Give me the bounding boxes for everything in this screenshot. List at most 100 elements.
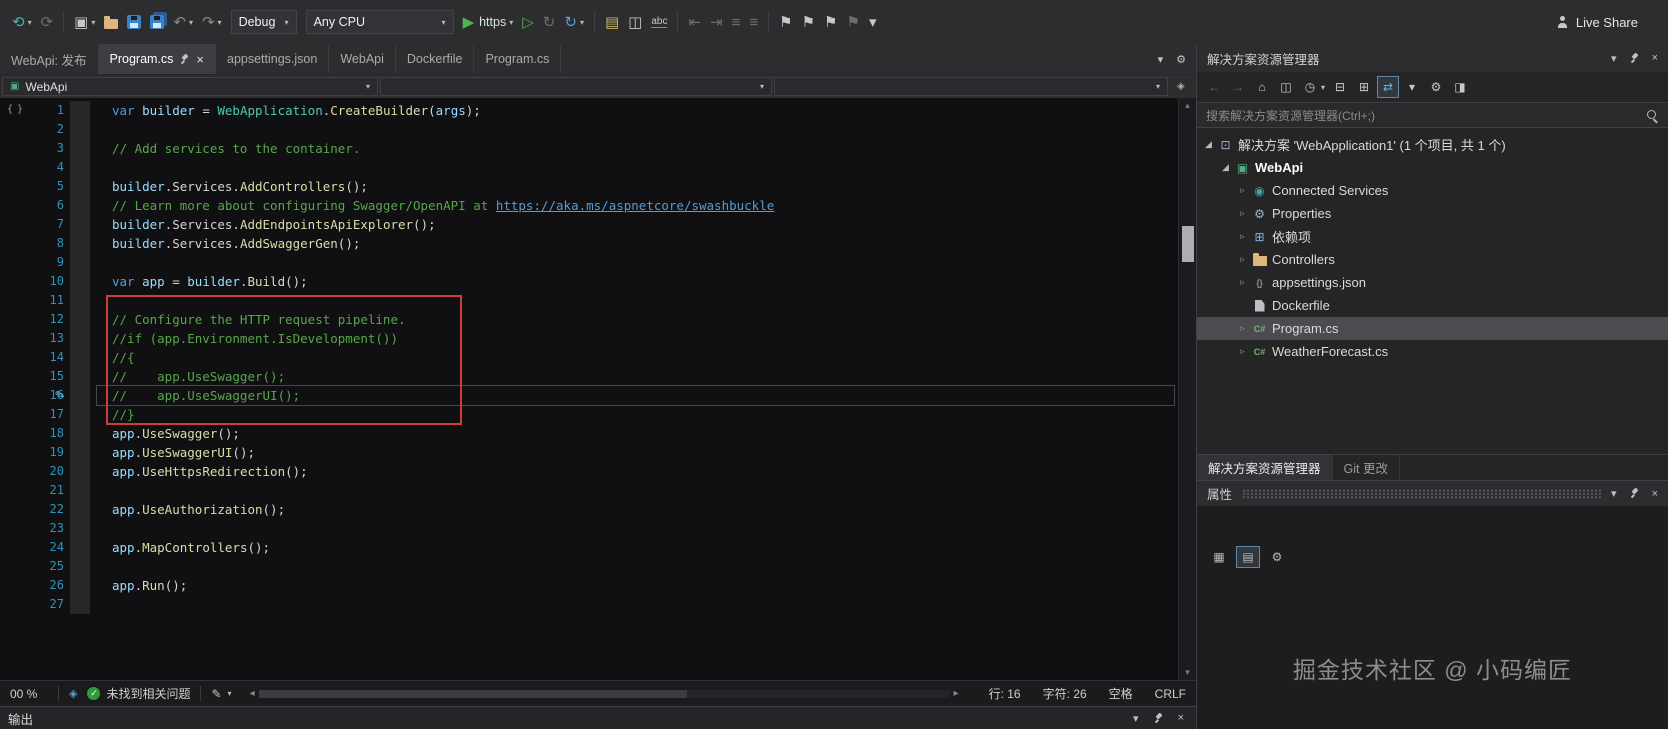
line-number[interactable]: 24 (0, 538, 70, 557)
collapsed-arrow-icon[interactable]: ▹ (1235, 208, 1250, 219)
code-line-18[interactable]: 18 app.UseSwagger(); (0, 424, 1178, 443)
code-line-17[interactable]: 17 //} (0, 405, 1178, 424)
line-number[interactable]: 15 (0, 367, 70, 386)
column-indicator[interactable]: 字符: 26 (1043, 685, 1087, 702)
line-number[interactable]: 13 (0, 329, 70, 348)
project-dropdown[interactable]: ▣ WebApi ▾ (2, 77, 378, 96)
new-project-button[interactable]: ▣ ▾ (70, 8, 99, 36)
code-line-25[interactable]: 25 (0, 557, 1178, 576)
eol-indicator[interactable]: CRLF (1155, 687, 1186, 701)
scroll-left-icon[interactable]: ◂ (246, 688, 259, 699)
line-number[interactable]: 4 (0, 158, 70, 177)
line-number[interactable]: 26 (0, 576, 70, 595)
tree-item-solution[interactable]: ◢ ⊡ 解决方案 'WebApplication1' (1 个项目, 共 1 个) (1197, 133, 1668, 156)
tab-program-cs-2[interactable]: Program.cs (474, 44, 562, 74)
tab-options-gear-icon[interactable]: ⚙ (1176, 53, 1186, 66)
live-share-button[interactable]: Live Share (1557, 15, 1660, 30)
pen-mode-button[interactable]: ✎ ▾ (211, 687, 231, 701)
line-number[interactable]: 14 (0, 348, 70, 367)
close-icon[interactable]: × (196, 52, 204, 67)
tab-list-chevron-icon[interactable]: ▾ (1158, 53, 1164, 66)
code-line-21[interactable]: 21 (0, 481, 1178, 500)
close-icon[interactable]: × (1178, 712, 1184, 724)
line-number[interactable]: 21 (0, 481, 70, 500)
line-number[interactable]: 12 (0, 310, 70, 329)
type-dropdown[interactable]: ▾ (380, 77, 772, 96)
debug-configuration-select[interactable]: Debug ▾ (230, 10, 297, 34)
code-line-14[interactable]: 14 //{ (0, 348, 1178, 367)
code-line-6[interactable]: 6 // Learn more about configuring Swagger… (0, 196, 1178, 215)
line-number[interactable]: 2 (0, 120, 70, 139)
spell-check-button[interactable]: abc (647, 8, 671, 36)
chevron-down-icon[interactable]: ▾ (1133, 712, 1139, 725)
tree-item-program-cs[interactable]: ▹ C# Program.cs (1197, 317, 1668, 340)
line-number[interactable]: 3 (0, 139, 70, 158)
tab-appsettings-json[interactable]: appsettings.json (216, 44, 330, 74)
code-line-15[interactable]: 15 // app.UseSwagger(); (0, 367, 1178, 386)
code-line-19[interactable]: 19 app.UseSwaggerUI(); (0, 443, 1178, 462)
tab-webapi[interactable]: WebApi (329, 44, 396, 74)
properties-button[interactable]: ⚙ (1425, 76, 1447, 98)
categorized-button[interactable]: ▦ (1207, 546, 1231, 568)
line-number[interactable]: 25 (0, 557, 70, 576)
collapsed-arrow-icon[interactable]: ▹ (1235, 323, 1250, 334)
tree-item-controllers[interactable]: ▹ Controllers (1197, 248, 1668, 271)
line-number[interactable]: 5 (0, 177, 70, 196)
navigate-back-button[interactable]: ⟲ ▾ (8, 8, 36, 36)
split-editor-icon[interactable]: ◈ (1170, 77, 1192, 96)
hscrollbar-thumb[interactable] (258, 689, 687, 698)
code-line-1[interactable]: 1 var builder = WebApplication.CreateBuil… (0, 101, 1178, 120)
open-file-button[interactable] (100, 8, 122, 36)
scroll-down-icon[interactable]: ▾ (1179, 667, 1196, 678)
spaces-indicator[interactable]: 空格 (1109, 685, 1133, 702)
code-line-22[interactable]: 22 app.UseAuthorization(); (0, 500, 1178, 519)
explorer-overflow-button[interactable]: ▾ (1401, 76, 1423, 98)
collapsed-arrow-icon[interactable]: ▹ (1235, 185, 1250, 196)
chevron-down-icon[interactable]: ▾ (1611, 487, 1617, 500)
vscrollbar-thumb[interactable] (1182, 226, 1194, 262)
bookmark-next-button[interactable]: ⚑ (820, 8, 841, 36)
tree-item-dependencies[interactable]: ▹ ⊞ 依赖项 (1197, 225, 1668, 248)
scroll-up-icon[interactable]: ▴ (1179, 100, 1196, 111)
show-all-files-button[interactable]: ⊞ (1353, 76, 1375, 98)
code-line-8[interactable]: 8 builder.Services.AddSwaggerGen(); (0, 234, 1178, 253)
line-number[interactable]: 22 (0, 500, 70, 519)
preview-selected-button[interactable]: ◨ (1449, 76, 1471, 98)
restart-app-button[interactable]: ↻ ▾ (560, 8, 588, 36)
start-debug-button[interactable]: ▶ https ▾ (459, 8, 518, 36)
document-health-indicator[interactable]: ✓ 未找到相关问题 (87, 685, 190, 702)
bookmark-prev-button[interactable]: ⚑ (798, 8, 819, 36)
scroll-right-icon[interactable]: ▸ (950, 688, 963, 699)
line-number[interactable]: 8 (0, 234, 70, 253)
close-icon[interactable]: × (1652, 52, 1658, 64)
code-line-24[interactable]: 24 app.MapControllers(); (0, 538, 1178, 557)
expanded-arrow-icon[interactable]: ◢ (1218, 162, 1233, 173)
alphabetical-button[interactable]: ▤ (1236, 546, 1260, 568)
line-number[interactable]: 18 (0, 424, 70, 443)
pending-changes-filter-button[interactable]: ◷ (1299, 76, 1321, 98)
sync-with-active-document-button[interactable]: ⇄ (1377, 76, 1400, 98)
pin-icon[interactable] (180, 54, 189, 65)
code-line-4[interactable]: 4 (0, 158, 1178, 177)
code-line-27[interactable]: 27 (0, 595, 1178, 614)
tree-item-connected-services[interactable]: ▹ ◉ Connected Services (1197, 179, 1668, 202)
tree-item-webapi-project[interactable]: ◢ ▣ WebApi (1197, 156, 1668, 179)
parameter-info-button[interactable]: ◫ (624, 8, 646, 36)
member-list-button[interactable]: ▤ (601, 8, 623, 36)
editor-status-icon[interactable]: ◈ (69, 687, 77, 700)
solution-explorer-tab[interactable]: 解决方案资源管理器 (1197, 455, 1333, 480)
code-line-5[interactable]: 5 builder.Services.AddControllers(); (0, 177, 1178, 196)
line-number[interactable]: 9 (0, 253, 70, 272)
chevron-down-icon[interactable]: ▾ (1611, 52, 1617, 65)
code-line-13[interactable]: 13 //if (app.Environment.IsDevelopment()) (0, 329, 1178, 348)
code-line-11[interactable]: 11 (0, 291, 1178, 310)
pin-icon[interactable] (1630, 488, 1639, 499)
pin-icon[interactable] (1154, 713, 1163, 724)
line-number[interactable]: 11 (0, 291, 70, 310)
zoom-control[interactable]: 00 % (10, 687, 48, 701)
tab-webapi-publish[interactable]: WebApi: 发布 (0, 44, 99, 74)
tab-program-cs[interactable]: Program.cs × (98, 44, 216, 74)
editor-surface[interactable]: { } 1 var builder = WebApplication.Create… (0, 98, 1178, 680)
code-line-10[interactable]: 10 var app = builder.Build(); (0, 272, 1178, 291)
home-button[interactable]: ⌂ (1251, 76, 1273, 98)
